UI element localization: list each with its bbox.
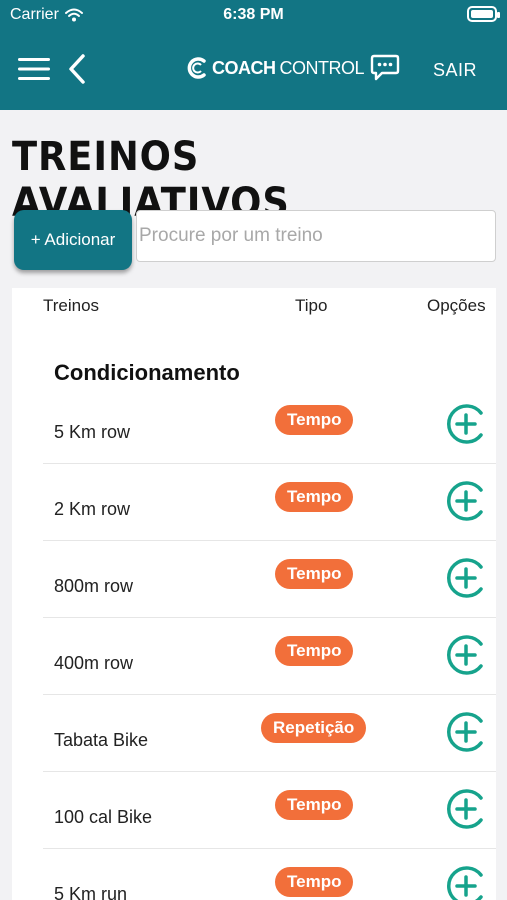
workout-name: Tabata Bike [54, 730, 149, 750]
type-badge: Repetição [261, 713, 367, 743]
type-badge: Tempo [275, 559, 354, 589]
chevron-left-icon[interactable] [64, 52, 90, 86]
nav-bar: COACH CONTROL SAIR [0, 32, 507, 110]
status-bar: Carrier 6:38 PM [0, 0, 507, 32]
table-row: Tabata Bike Repetição [12, 695, 496, 772]
column-header-tipo: Tipo [295, 296, 328, 315]
logout-button[interactable]: SAIR [433, 60, 477, 81]
type-badge: Tempo [275, 405, 354, 435]
table-row: 800m row Tempo [12, 541, 496, 618]
type-badge: Tempo [275, 867, 354, 897]
plus-circle-icon[interactable] [444, 710, 488, 754]
table-row: 100 cal Bike Tempo [12, 772, 496, 849]
plus-circle-icon[interactable] [444, 787, 488, 831]
table-row: 5 Km row Tempo [12, 387, 496, 464]
workout-name: 100 cal Bike [54, 807, 153, 827]
workout-name: 400m row [54, 653, 134, 673]
workout-name: 5 Km run [54, 884, 128, 900]
table-row: 2 Km row Tempo [12, 464, 496, 541]
coachcontrol-logo: COACH CONTROL [186, 56, 365, 80]
add-workout-button[interactable]: + Adicionar [14, 210, 132, 270]
plus-circle-icon[interactable] [444, 633, 488, 677]
column-header-opcoes: Opções [427, 296, 486, 315]
plus-circle-icon[interactable] [444, 556, 488, 600]
workout-name: 2 Km row [54, 499, 131, 519]
battery-icon [467, 6, 500, 22]
column-header-treinos: Treinos [43, 296, 100, 315]
logo-text-strong: COACH [212, 57, 276, 78]
workout-name: 5 Km row [54, 422, 131, 442]
plus-circle-icon[interactable] [444, 402, 488, 446]
type-badge: Tempo [275, 790, 354, 820]
plus-circle-icon[interactable] [444, 479, 488, 523]
type-badge: Tempo [275, 482, 354, 512]
table-row: 5 Km run Tempo [12, 849, 496, 900]
logo-mark-icon [187, 57, 206, 79]
workout-list: 5 Km row Tempo 2 Km row Tempo 800m row T… [12, 387, 496, 900]
table-row: 400m row Tempo [12, 618, 496, 695]
chat-bubble-icon[interactable] [370, 54, 400, 82]
type-badge: Tempo [275, 636, 354, 666]
workouts-table: Treinos Tipo Opções Condicionamento 5 Km… [12, 288, 496, 900]
status-time: 6:38 PM [223, 6, 284, 23]
search-input[interactable] [136, 210, 496, 262]
hamburger-icon[interactable] [18, 56, 50, 82]
logo-text-light: CONTROL [279, 57, 365, 78]
plus-circle-icon[interactable] [444, 864, 488, 900]
section-title: Condicionamento [54, 360, 240, 385]
app-header: Carrier 6:38 PM COACH CONTROL SAIR [0, 0, 507, 110]
workout-name: 800m row [54, 576, 134, 596]
